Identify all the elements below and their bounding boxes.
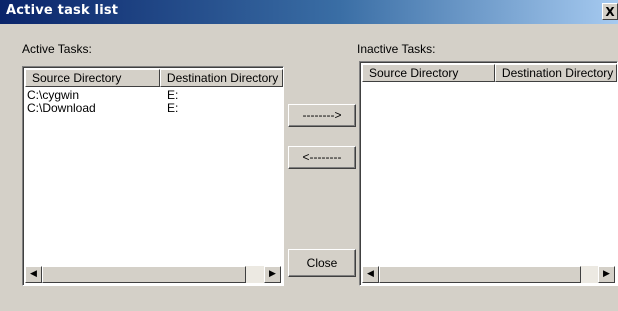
close-icon[interactable]: X <box>602 3 618 20</box>
list-item[interactable]: C:\Download E: <box>27 102 283 115</box>
move-to-active-button[interactable]: <-------- <box>288 146 356 169</box>
right-arrow-icon[interactable]: ▶ <box>598 266 615 283</box>
column-header-destination[interactable]: Destination Directory <box>494 64 617 82</box>
close-button[interactable]: Close <box>288 249 356 277</box>
active-tasks-list[interactable]: Source Directory Destination Directory C… <box>22 66 284 286</box>
inactive-tasks-header: Source Directory Destination Directory <box>362 64 617 82</box>
source-cell: C:\Download <box>27 101 96 115</box>
right-arrow-icon[interactable]: ▶ <box>264 266 281 283</box>
column-header-source[interactable]: Source Directory <box>25 69 160 87</box>
column-header-source[interactable]: Source Directory <box>362 64 495 82</box>
window-title: Active task list <box>6 3 119 18</box>
inactive-tasks-label: Inactive Tasks: <box>357 42 436 56</box>
column-header-destination[interactable]: Destination Directory <box>159 69 283 87</box>
scroll-thumb[interactable] <box>379 266 581 283</box>
active-tasks-label: Active Tasks: <box>22 42 92 56</box>
active-tasks-header: Source Directory Destination Directory <box>25 69 283 87</box>
inactive-tasks-list[interactable]: Source Directory Destination Directory ◀… <box>359 61 618 286</box>
scroll-thumb[interactable] <box>42 266 246 283</box>
active-tasks-rows: C:\cygwin E: C:\Download E: <box>27 89 283 115</box>
move-to-inactive-button[interactable]: --------> <box>288 104 356 127</box>
destination-cell: E: <box>167 101 179 115</box>
title-bar: Active task list X <box>0 0 618 24</box>
left-arrow-icon[interactable]: ◀ <box>362 266 379 283</box>
inactive-hscrollbar[interactable]: ◀ ▶ <box>362 266 615 283</box>
left-arrow-icon[interactable]: ◀ <box>25 266 42 283</box>
active-hscrollbar[interactable]: ◀ ▶ <box>25 266 281 283</box>
